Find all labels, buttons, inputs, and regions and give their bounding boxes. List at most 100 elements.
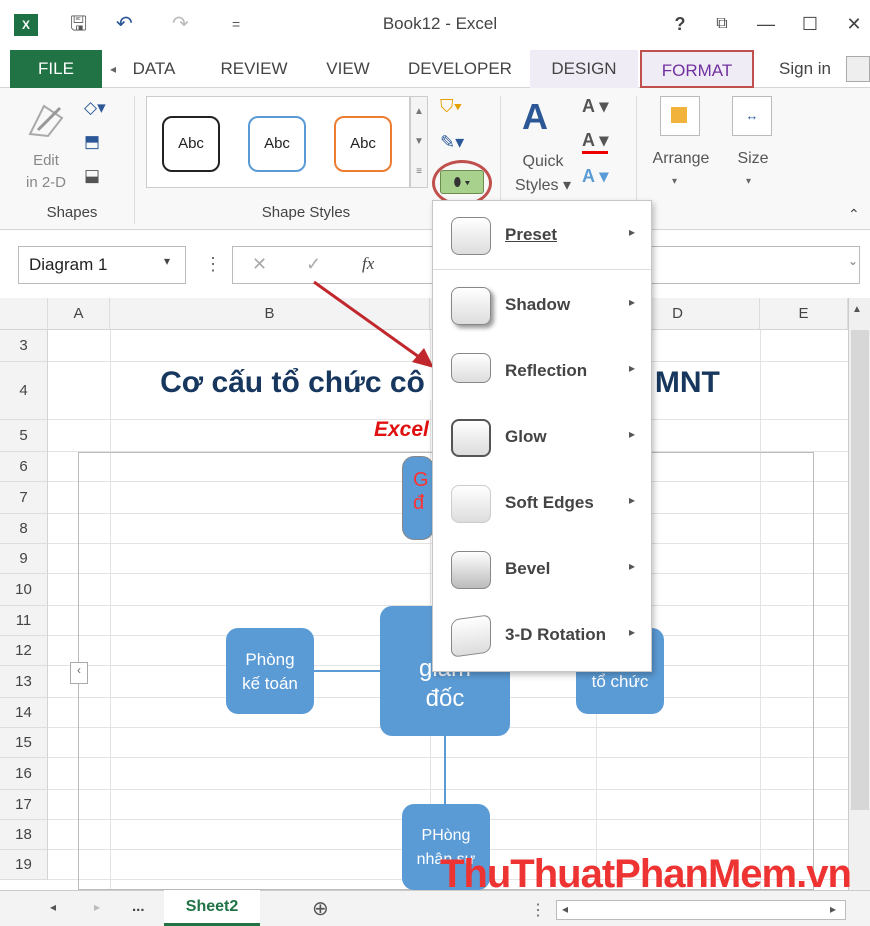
- row-header[interactable]: 5: [0, 420, 48, 452]
- row-header[interactable]: 7: [0, 482, 48, 514]
- text-box-icon[interactable]: ⬓: [84, 166, 100, 186]
- submenu-arrow-icon: ▸: [629, 427, 636, 441]
- menu-item-label: Shadow: [505, 295, 571, 314]
- menu-item-preset[interactable]: Preset ▸: [433, 203, 651, 269]
- row-header[interactable]: 14: [0, 698, 48, 728]
- next-sheet-icon[interactable]: ▸: [94, 900, 100, 914]
- menu-item-bevel[interactable]: Bevel ▸: [433, 537, 651, 603]
- cancel-entry-button[interactable]: ✕: [252, 254, 267, 275]
- redo-icon[interactable]: ↷: [172, 12, 189, 36]
- shape-outline-icon[interactable]: ✎▾: [440, 132, 464, 153]
- add-sheet-button[interactable]: ⊕: [312, 896, 329, 921]
- edit-in-2d-button[interactable]: Edit in 2-D: [18, 150, 74, 194]
- tab-split-grip-icon[interactable]: ⋮: [530, 900, 546, 920]
- shape-fill-icon[interactable]: ⛉▾: [440, 96, 462, 117]
- shape-style-1[interactable]: Abc: [162, 116, 220, 172]
- size-icon[interactable]: ↔: [732, 96, 772, 136]
- row-header[interactable]: 18: [0, 820, 48, 850]
- insert-shape-icon[interactable]: ⬒: [84, 132, 100, 152]
- name-box[interactable]: Diagram 1: [18, 246, 186, 284]
- tab-review[interactable]: REVIEW: [214, 50, 294, 88]
- column-header-a[interactable]: A: [48, 298, 110, 330]
- collapse-ribbon-icon[interactable]: ⌃: [848, 206, 860, 223]
- minimize-button[interactable]: —: [752, 10, 780, 38]
- row-header[interactable]: 15: [0, 728, 48, 758]
- menu-item-soft-edges[interactable]: Soft Edges ▸: [433, 471, 651, 537]
- text-fill-icon[interactable]: A ▾: [582, 96, 608, 117]
- tab-developer[interactable]: DEVELOPER: [404, 50, 516, 88]
- row-header[interactable]: 8: [0, 514, 48, 544]
- diagram-node-left[interactable]: Phòng kế toán: [226, 628, 314, 714]
- avatar-icon: [846, 56, 870, 82]
- scrollbar-thumb[interactable]: [851, 330, 869, 810]
- sheet-subtitle-cell[interactable]: Excel: [374, 418, 429, 442]
- row-header[interactable]: 4: [0, 362, 48, 420]
- row-header[interactable]: 13: [0, 666, 48, 698]
- ribbon-display-button[interactable]: ⧉: [708, 10, 736, 38]
- edit-shape-icon[interactable]: [24, 100, 68, 140]
- menu-item-label: Glow: [505, 427, 547, 446]
- soft-edges-icon: [451, 485, 491, 523]
- row-header[interactable]: 17: [0, 790, 48, 820]
- quick-styles-button[interactable]: Quick Styles ▾: [508, 150, 578, 198]
- gallery-scroll-icon[interactable]: ▲ ▼ ≡: [410, 96, 428, 188]
- quick-styles-icon[interactable]: A: [522, 96, 548, 138]
- maximize-button[interactable]: ☐: [796, 10, 824, 38]
- arrange-icon[interactable]: [660, 96, 700, 136]
- tab-design[interactable]: DESIGN: [530, 50, 638, 88]
- menu-item-shadow[interactable]: Shadow ▸: [433, 273, 651, 339]
- undo-icon[interactable]: ↶: [116, 12, 133, 36]
- row-header[interactable]: 6: [0, 452, 48, 482]
- tab-scroll-left-icon[interactable]: ◂: [106, 50, 120, 88]
- watermark-logo: ThuThuatPhanMem.vn: [440, 852, 852, 896]
- tab-file[interactable]: FILE: [10, 50, 102, 88]
- horizontal-scrollbar[interactable]: [556, 900, 846, 920]
- select-all-corner[interactable]: [0, 298, 48, 330]
- row-header[interactable]: 3: [0, 330, 48, 362]
- size-dropdown-icon[interactable]: ▾: [746, 176, 751, 187]
- pointer-arrow-icon: [313, 280, 434, 368]
- close-button[interactable]: ✕: [840, 10, 868, 38]
- column-header-e[interactable]: E: [760, 298, 848, 330]
- shape-style-3[interactable]: Abc: [334, 116, 392, 172]
- diagram-node-top[interactable]: G đ: [402, 456, 434, 540]
- row-header[interactable]: 11: [0, 606, 48, 636]
- prev-sheet-icon[interactable]: ◂: [50, 900, 56, 914]
- tab-view[interactable]: VIEW: [318, 50, 378, 88]
- scroll-left-icon[interactable]: ◂: [562, 902, 568, 916]
- row-header[interactable]: 10: [0, 574, 48, 606]
- expand-formula-bar-icon[interactable]: ⌄: [848, 254, 858, 268]
- menu-divider: [433, 269, 651, 270]
- submenu-arrow-icon: ▸: [629, 559, 636, 573]
- text-pane-toggle-icon[interactable]: ‹: [70, 662, 88, 684]
- row-header[interactable]: 12: [0, 636, 48, 666]
- change-shape-icon[interactable]: ◇▾: [84, 98, 106, 118]
- customize-qat-icon[interactable]: =: [232, 12, 240, 36]
- scroll-up-icon[interactable]: ▲: [852, 304, 862, 315]
- more-sheets-button[interactable]: ...: [132, 898, 145, 915]
- row-header[interactable]: 16: [0, 758, 48, 790]
- text-outline-icon[interactable]: A ▾: [582, 130, 609, 154]
- help-button[interactable]: ?: [666, 10, 694, 38]
- tab-format[interactable]: FORMAT: [640, 50, 754, 88]
- shape-effects-button[interactable]: ⬮ ▾: [440, 170, 484, 194]
- size-button[interactable]: Size: [728, 150, 778, 168]
- row-header[interactable]: 9: [0, 544, 48, 574]
- menu-item-3d-rotation[interactable]: 3-D Rotation ▸: [433, 603, 651, 669]
- shape-style-2[interactable]: Abc: [248, 116, 306, 172]
- sheet-tab-active[interactable]: Sheet2: [164, 890, 260, 926]
- menu-item-label: Preset: [505, 225, 557, 244]
- tab-data[interactable]: DATA: [124, 50, 184, 88]
- sign-in-link[interactable]: Sign in: [770, 50, 840, 88]
- bevel-icon: [451, 551, 491, 589]
- arrange-button[interactable]: Arrange: [646, 150, 716, 168]
- row-header[interactable]: 19: [0, 850, 48, 880]
- save-icon[interactable]: 🖫: [70, 12, 87, 36]
- menu-item-glow[interactable]: Glow ▸: [433, 405, 651, 471]
- text-effects-icon[interactable]: A ▾: [582, 166, 608, 187]
- arrange-dropdown-icon[interactable]: ▾: [672, 176, 677, 187]
- scroll-right-icon[interactable]: ▸: [830, 902, 836, 916]
- menu-item-reflection[interactable]: Reflection ▸: [433, 339, 651, 405]
- glow-icon: [451, 419, 491, 457]
- name-box-dropdown-icon[interactable]: ▾: [164, 254, 170, 268]
